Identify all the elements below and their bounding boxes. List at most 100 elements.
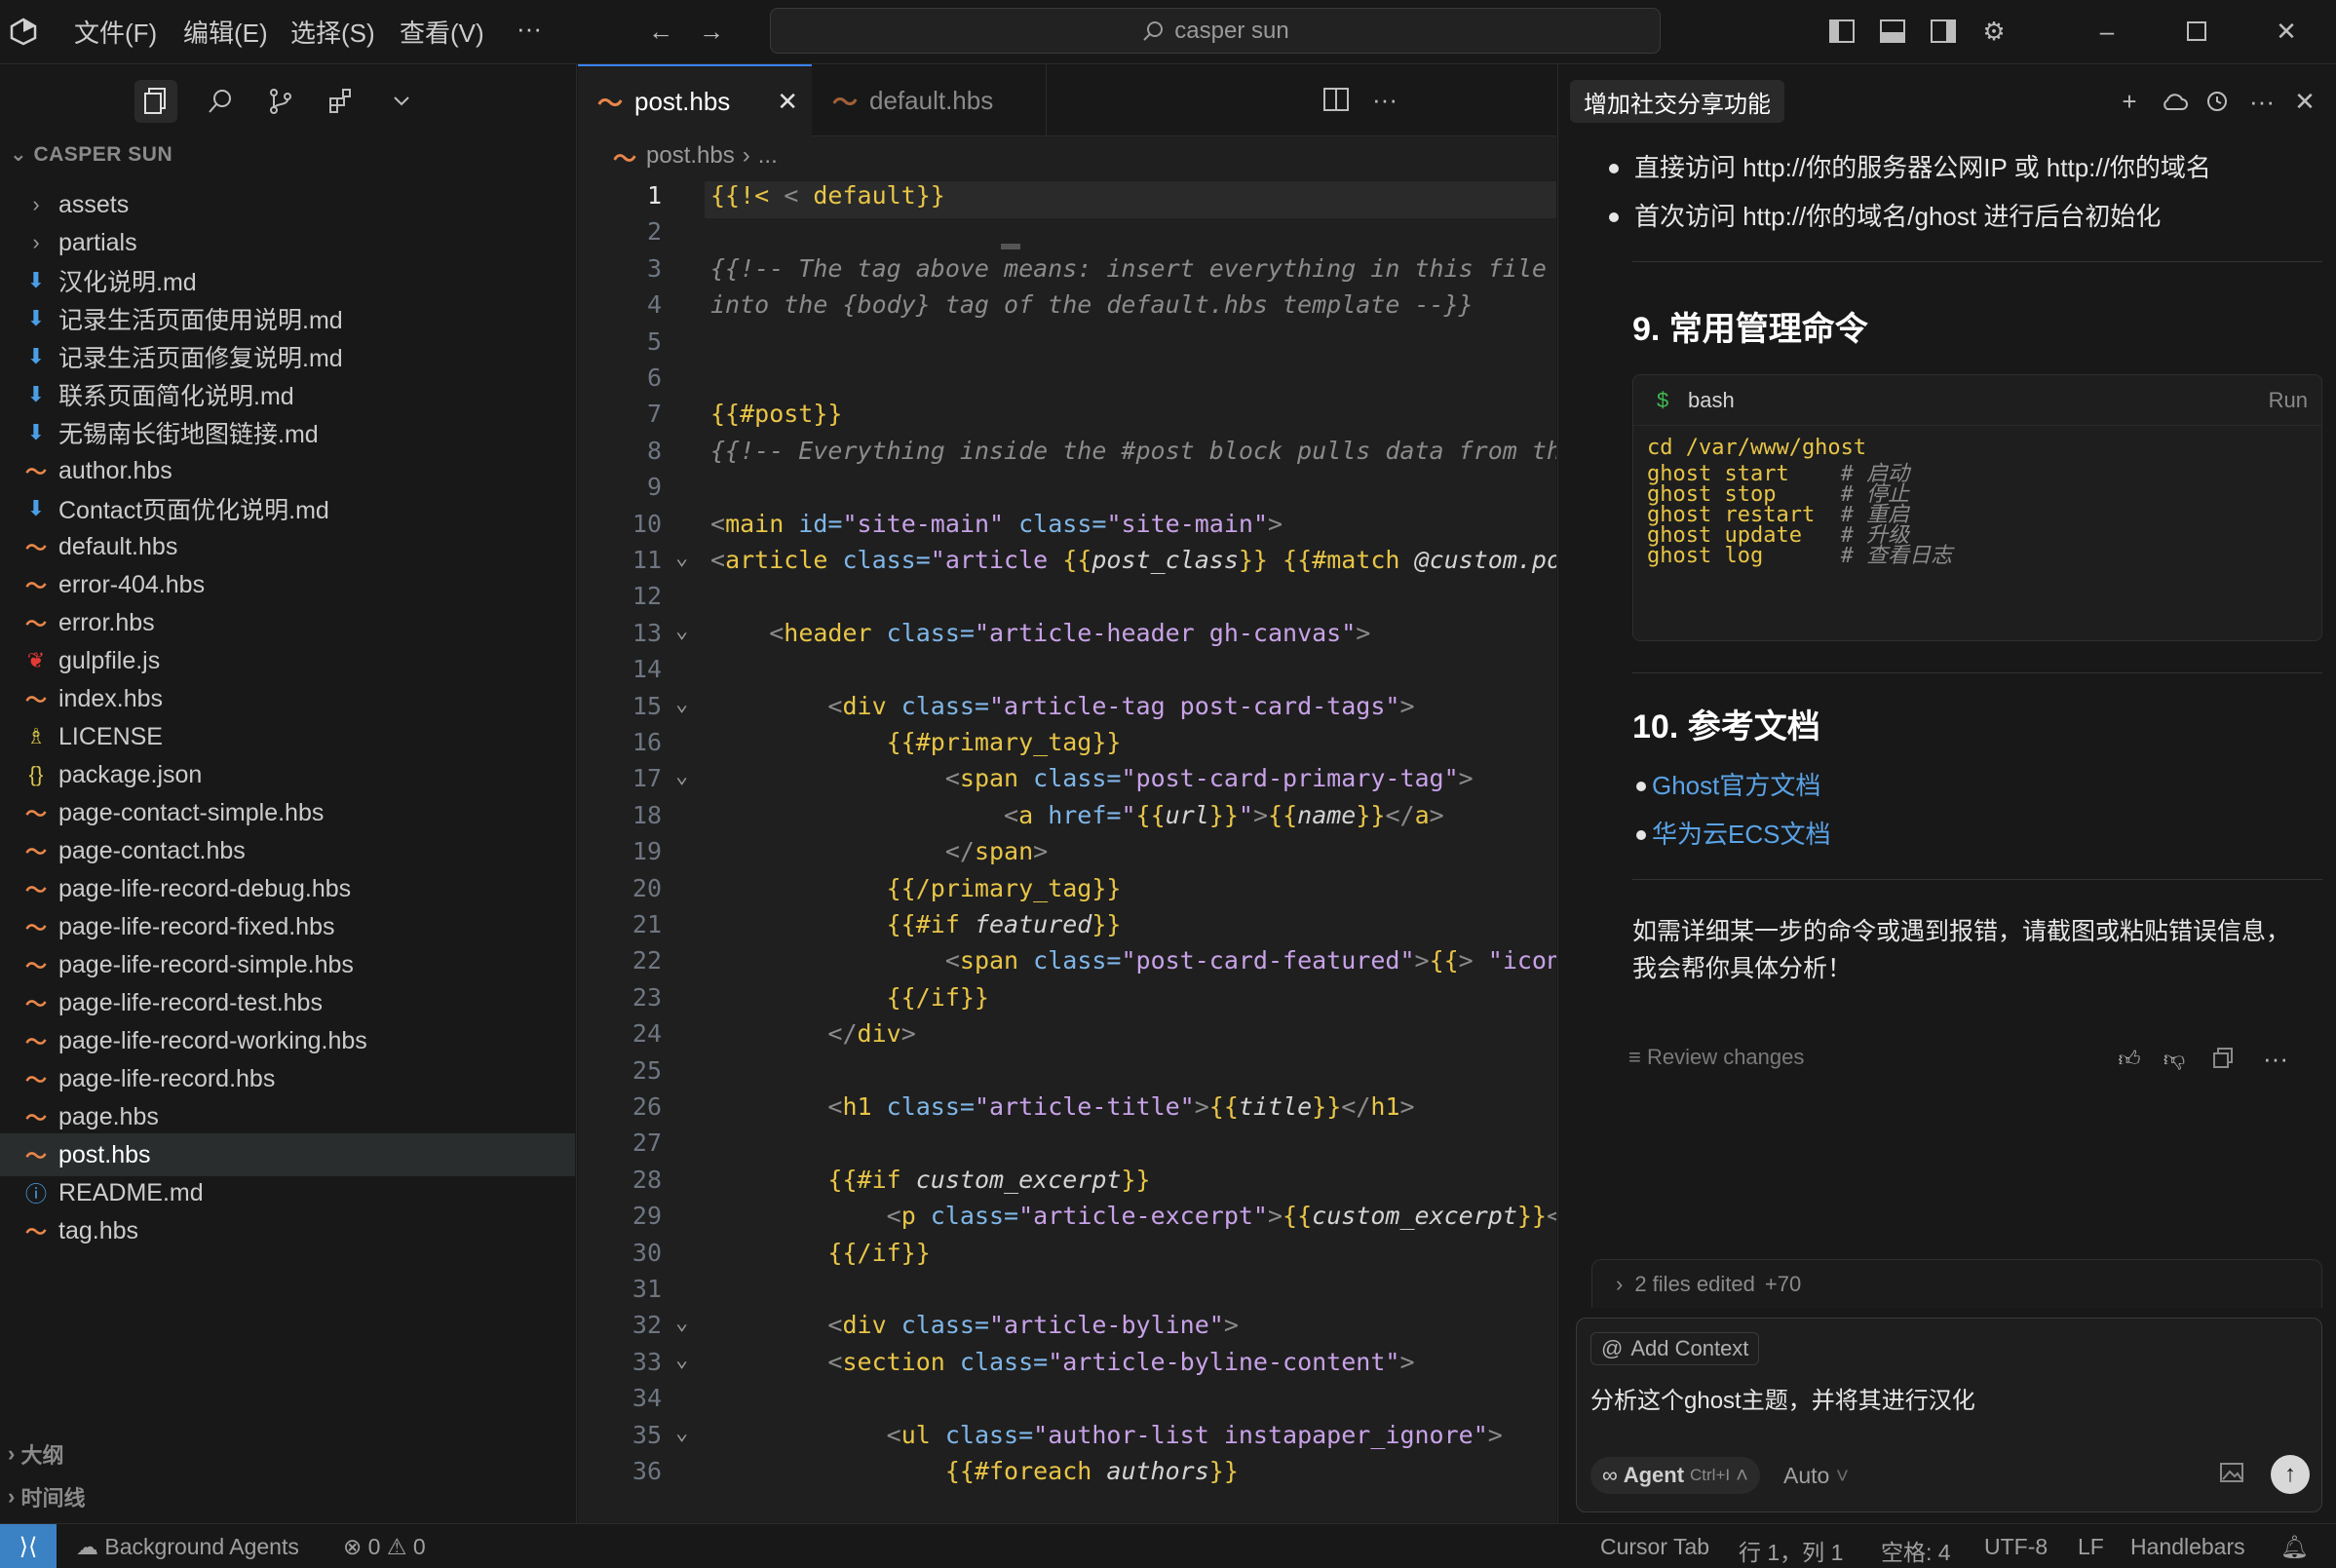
toggle-primary-sidebar-icon[interactable] (1824, 14, 1859, 49)
file-tree-item[interactable]: 〜 page-life-record-fixed.hbs (0, 905, 575, 948)
back-arrow-icon[interactable]: ← (643, 14, 678, 49)
menu-selection[interactable]: 选择(S) (290, 14, 375, 50)
file-tree-item[interactable]: ⬇ 无锡南长街地图链接.md (0, 411, 575, 454)
menu-edit[interactable]: 编辑(E) (183, 14, 268, 50)
cursor-position[interactable]: 行 1，列 1 (1739, 1534, 1843, 1567)
fold-chevron-icon[interactable]: ⌄ (675, 1311, 688, 1335)
run-button[interactable]: Run (2269, 388, 2308, 413)
file-tree-item[interactable]: 〜 author.hbs (0, 449, 575, 492)
code-editor[interactable]: 1 {{!< < default}} 2 3 {{!-- The tag above m… (578, 175, 1556, 1523)
forward-arrow-icon[interactable]: → (694, 14, 729, 49)
message-more-icon[interactable]: ··· (2258, 1041, 2293, 1076)
outline-section[interactable]: › 大纲 (0, 1434, 575, 1473)
thumbs-up-icon[interactable]: 👍︎ (2112, 1041, 2147, 1076)
encoding[interactable]: UTF-8 (1984, 1534, 2048, 1560)
line-number: 14 (632, 655, 662, 684)
file-tree-item[interactable]: ⓘ README.md (0, 1171, 575, 1214)
history-icon[interactable] (2200, 84, 2235, 119)
ghost-docs-link[interactable]: Ghost官方文档 (1652, 766, 1820, 802)
chat-tab-title[interactable]: 增加社交分享功能 (1570, 80, 1784, 123)
send-button[interactable]: ↑ (2271, 1455, 2310, 1494)
fold-chevron-icon[interactable]: ⌄ (675, 692, 688, 716)
chat-more-icon[interactable]: ··· (2244, 84, 2279, 119)
file-tree-item[interactable]: 〜 tag.hbs (0, 1209, 575, 1252)
close-tab-icon[interactable]: ✕ (777, 87, 798, 117)
menu-file[interactable]: 文件(F) (74, 14, 157, 50)
toggle-secondary-sidebar-icon[interactable] (1926, 14, 1961, 49)
file-tree-item[interactable]: ⬇ 汉化说明.md (0, 259, 575, 302)
breadcrumb-file[interactable]: post.hbs (646, 142, 735, 170)
end-of-line[interactable]: LF (2078, 1534, 2104, 1560)
chevron-down-icon: ⌄ (10, 143, 34, 166)
file-tree-item[interactable]: 〜 page-contact.hbs (0, 829, 575, 872)
notifications-bell-icon[interactable]: 🔔︎ (2280, 1534, 2309, 1560)
add-context-button[interactable]: @ Add Context (1590, 1332, 1760, 1365)
extensions-icon[interactable] (320, 80, 363, 123)
file-tree-item[interactable]: ⬇ Contact页面优化说明.md (0, 487, 575, 530)
file-tree-item[interactable]: 〜 default.hbs (0, 525, 575, 568)
minimize-icon[interactable]: – (2089, 14, 2125, 49)
huawei-ecs-docs-link[interactable]: 华为云ECS文档 (1652, 815, 1830, 851)
file-tree-item[interactable]: 〜 page-life-record-test.hbs (0, 981, 575, 1024)
file-tree-item[interactable]: 〜 page-life-record-simple.hbs (0, 943, 575, 986)
fold-chevron-icon[interactable]: ⌄ (675, 546, 688, 570)
thumbs-down-icon[interactable]: 👎︎ (2157, 1041, 2192, 1076)
explorer-files-icon[interactable] (134, 80, 177, 123)
tab-default-hbs[interactable]: 〜 default.hbs (813, 64, 1047, 136)
markdown-icon: ⬇ (26, 420, 46, 444)
fold-chevron-icon[interactable]: ⌄ (675, 764, 688, 788)
source-control-icon[interactable] (259, 80, 302, 123)
close-chat-icon[interactable]: ✕ (2287, 84, 2322, 119)
file-tree-item[interactable]: › partials (0, 221, 575, 264)
explorer-root-header[interactable]: ⌄ CASPER SUN (10, 142, 172, 167)
file-tree-item[interactable]: ⬇ 记录生活页面使用说明.md (0, 297, 575, 340)
problems-indicator[interactable]: ⊗ 0 ⚠ 0 (343, 1534, 426, 1560)
settings-gear-icon[interactable]: ⚙ (1976, 14, 2011, 49)
split-editor-icon[interactable] (1319, 82, 1354, 117)
file-tree-item[interactable]: 〜 page-contact-simple.hbs (0, 791, 575, 834)
review-changes-button[interactable]: ≡ Review changes (1628, 1045, 1804, 1070)
timeline-section[interactable]: › 时间线 (0, 1477, 575, 1516)
cloud-icon[interactable] (2157, 84, 2192, 119)
copy-icon[interactable] (2205, 1041, 2240, 1076)
language-mode[interactable]: Handlebars (2130, 1534, 2245, 1560)
command-search-input[interactable]: casper sun (770, 8, 1661, 54)
file-tree-item[interactable]: {} package.json (0, 753, 575, 796)
model-selector[interactable]: Auto ˅ (1783, 1463, 1849, 1489)
new-chat-plus-icon[interactable]: + (2112, 84, 2147, 119)
file-tree-item[interactable]: ❦ gulpfile.js (0, 639, 575, 682)
fold-chevron-icon[interactable]: ⌄ (675, 619, 688, 643)
file-tree-item[interactable]: 〜 page-life-record-working.hbs (0, 1019, 575, 1062)
file-tree-item[interactable]: › assets (0, 183, 575, 226)
file-tree-item[interactable]: 〜 post.hbs (0, 1133, 575, 1176)
files-edited-summary[interactable]: › 2 files edited +70 (1591, 1259, 2322, 1308)
background-agents-button[interactable]: ☁ Background Agents (76, 1534, 299, 1560)
image-upload-icon[interactable] (2220, 1463, 2243, 1488)
menu-more[interactable]: ··· (517, 14, 542, 44)
breadcrumb-symbol[interactable]: ... (758, 142, 778, 170)
tab-post-hbs[interactable]: 〜 post.hbs ✕ (578, 64, 812, 136)
agent-mode-selector[interactable]: ∞ Agent Ctrl+I ˄ (1590, 1457, 1760, 1494)
fold-chevron-icon[interactable]: ⌄ (675, 1421, 688, 1445)
file-tree-item[interactable]: 〜 page-life-record.hbs (0, 1057, 575, 1100)
file-tree-item[interactable]: 〜 page.hbs (0, 1095, 575, 1138)
search-icon[interactable] (199, 80, 242, 123)
chevron-down-icon[interactable] (380, 80, 423, 123)
maximize-icon[interactable] (2179, 14, 2214, 49)
close-window-icon[interactable]: ✕ (2269, 14, 2304, 49)
file-tree-item[interactable]: ⬇ 联系页面简化说明.md (0, 373, 575, 416)
file-tree-item[interactable]: 〜 error.hbs (0, 601, 575, 644)
menu-view[interactable]: 查看(V) (400, 14, 484, 50)
file-tree-item[interactable]: 〜 index.hbs (0, 677, 575, 720)
more-actions-icon[interactable]: ··· (1367, 82, 1402, 117)
file-tree-item[interactable]: 〜 error-404.hbs (0, 563, 575, 606)
indentation[interactable]: 空格: 4 (1881, 1534, 1951, 1567)
file-tree-item[interactable]: ⬇ 记录生活页面修复说明.md (0, 335, 575, 378)
chat-input[interactable]: 分析这个ghost主题，并将其进行汉化 (1590, 1381, 1975, 1415)
toggle-panel-icon[interactable] (1875, 14, 1910, 49)
remote-indicator-icon[interactable]: ⟩⟨ (0, 1524, 57, 1568)
cursor-tab-status[interactable]: Cursor Tab (1600, 1534, 1709, 1560)
fold-chevron-icon[interactable]: ⌄ (675, 1348, 688, 1372)
file-tree-item[interactable]: ♗ LICENSE (0, 715, 575, 758)
file-tree-item[interactable]: 〜 page-life-record-debug.hbs (0, 867, 575, 910)
